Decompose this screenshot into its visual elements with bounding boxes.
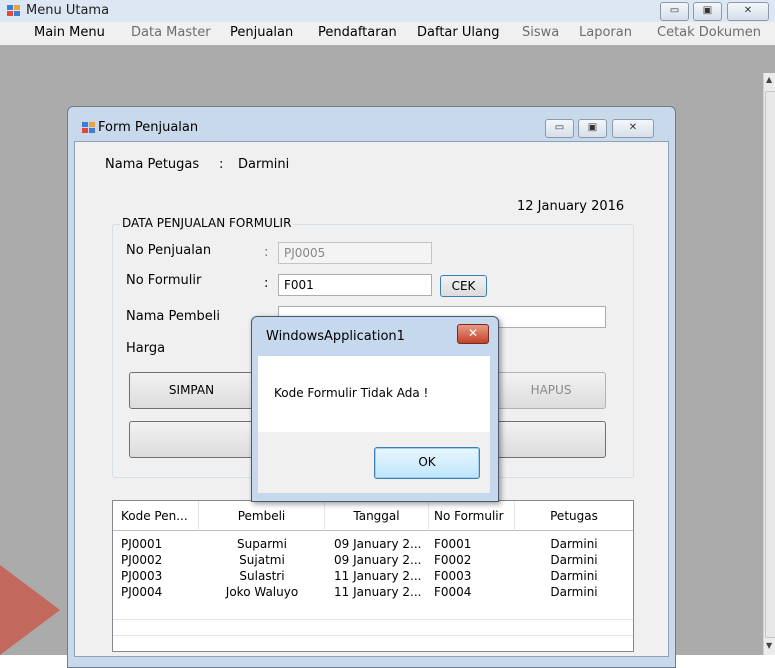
menu-data-master[interactable]: Data Master xyxy=(131,25,211,40)
table-row[interactable]: PJ0003 Sulastri 11 January 2... F0003 Da… xyxy=(113,569,633,584)
dialog-message: Kode Formulir Tidak Ada ! xyxy=(274,386,429,400)
table-cell: Darmini xyxy=(550,585,598,599)
petugas-separator: : xyxy=(219,157,224,172)
form-minimize-button[interactable]: ▭ xyxy=(545,119,574,138)
maximize-icon: ▣ xyxy=(702,5,713,16)
harga-label: Harga xyxy=(126,341,166,356)
column-header[interactable]: Tanggal xyxy=(325,501,429,531)
petugas-value: Darmini xyxy=(238,157,290,172)
table-cell: F0003 xyxy=(434,569,472,583)
dialog-title: WindowsApplication1 xyxy=(266,329,405,344)
table-cell: Sujatmi xyxy=(239,553,285,567)
menu-daftar-ulang[interactable]: Daftar Ulang xyxy=(417,25,499,40)
maximize-button[interactable]: ▣ xyxy=(693,2,722,21)
grid-divider xyxy=(113,619,633,620)
table-cell: 11 January 2... xyxy=(334,585,422,599)
nama-pembeli-label: Nama Pembeli xyxy=(126,309,220,324)
menu-siswa[interactable]: Siswa xyxy=(522,25,559,40)
column-header[interactable]: Kode Pen... xyxy=(113,501,199,531)
watermark-shape xyxy=(0,565,60,655)
column-header[interactable]: No Formulir xyxy=(429,501,515,531)
app-icon xyxy=(7,5,21,17)
scroll-down-icon[interactable]: ▼ xyxy=(766,641,772,650)
menu-main-menu[interactable]: Main Menu xyxy=(34,25,105,40)
form-maximize-button[interactable]: ▣ xyxy=(578,119,607,138)
minimize-icon: ▭ xyxy=(669,5,680,16)
table-row[interactable]: PJ0002 Sujatmi 09 January 2... F0002 Dar… xyxy=(113,553,633,568)
table-cell: Sulastri xyxy=(239,569,285,583)
maximize-icon: ▣ xyxy=(587,122,598,133)
form-icon xyxy=(82,122,96,134)
close-icon: ✕ xyxy=(628,122,638,133)
no-formulir-input[interactable]: F001 xyxy=(278,274,432,296)
table-cell: PJ0002 xyxy=(121,553,163,567)
table-cell: 09 January 2... xyxy=(334,537,422,551)
mdi-vertical-scrollbar[interactable]: ▲ ▼ xyxy=(763,73,775,655)
group-title: DATA PENJUALAN FORMULIR xyxy=(120,216,294,230)
menu-laporan[interactable]: Laporan xyxy=(579,25,632,40)
no-formulir-separator: : xyxy=(264,276,269,291)
petugas-label: Nama Petugas xyxy=(105,157,200,172)
table-cell: F0002 xyxy=(434,553,472,567)
grid-divider xyxy=(113,635,633,636)
menu-pendaftaran[interactable]: Pendaftaran xyxy=(318,25,397,40)
cek-button[interactable]: CEK xyxy=(440,275,487,297)
no-penjualan-input: PJ0005 xyxy=(278,242,432,264)
menu-penjualan[interactable]: Penjualan xyxy=(230,25,293,40)
form-close-button[interactable]: ✕ xyxy=(612,119,654,138)
simpan-button[interactable]: SIMPAN xyxy=(129,372,254,409)
close-icon: ✕ xyxy=(743,5,753,16)
minimize-icon: ▭ xyxy=(554,122,565,133)
menu-bar: Main Menu Data Master Penjualan Pendafta… xyxy=(0,22,775,45)
table-cell: 11 January 2... xyxy=(334,569,422,583)
current-date: 12 January 2016 xyxy=(517,199,625,214)
penjualan-grid[interactable]: Kode Pen... Pembeli Tanggal No Formulir … xyxy=(112,500,634,652)
table-cell: PJ0003 xyxy=(121,569,163,583)
table-cell: F0004 xyxy=(434,585,472,599)
table-cell: 09 January 2... xyxy=(334,553,422,567)
no-penjualan-separator: : xyxy=(264,245,269,260)
table-row[interactable]: PJ0001 Suparmi 09 January 2... F0001 Dar… xyxy=(113,537,633,552)
table-cell: Darmini xyxy=(550,553,598,567)
mdi-area-top xyxy=(0,45,775,73)
form-title: Form Penjualan xyxy=(98,120,199,135)
main-title-bar[interactable]: Menu Utama ▭ ▣ ✕ xyxy=(0,0,775,22)
menu-cetak-dokumen[interactable]: Cetak Dokumen xyxy=(657,25,761,40)
table-cell: PJ0004 xyxy=(121,585,163,599)
table-cell: Joko Waluyo xyxy=(225,585,299,599)
hapus-button[interactable]: HAPUS xyxy=(496,372,606,409)
table-cell: PJ0001 xyxy=(121,537,163,551)
column-header[interactable]: Petugas xyxy=(515,501,633,531)
dialog-close-button[interactable]: ✕ xyxy=(457,324,489,344)
close-button[interactable]: ✕ xyxy=(727,2,769,21)
column-header[interactable]: Pembeli xyxy=(199,501,325,531)
minimize-button[interactable]: ▭ xyxy=(660,2,689,21)
table-row[interactable]: PJ0004 Joko Waluyo 11 January 2... F0004… xyxy=(113,585,633,600)
no-formulir-label: No Formulir xyxy=(126,273,202,288)
table-cell: Darmini xyxy=(550,569,598,583)
main-window-title: Menu Utama xyxy=(26,3,110,18)
no-penjualan-label: No Penjualan xyxy=(126,243,212,258)
scrollbar-thumb[interactable] xyxy=(765,91,775,638)
ok-button[interactable]: OK xyxy=(374,447,480,479)
table-cell: F0001 xyxy=(434,537,472,551)
table-cell: Darmini xyxy=(550,537,598,551)
scroll-up-icon[interactable]: ▲ xyxy=(766,75,772,84)
table-cell: Suparmi xyxy=(237,537,287,551)
close-icon: ✕ xyxy=(467,326,479,340)
